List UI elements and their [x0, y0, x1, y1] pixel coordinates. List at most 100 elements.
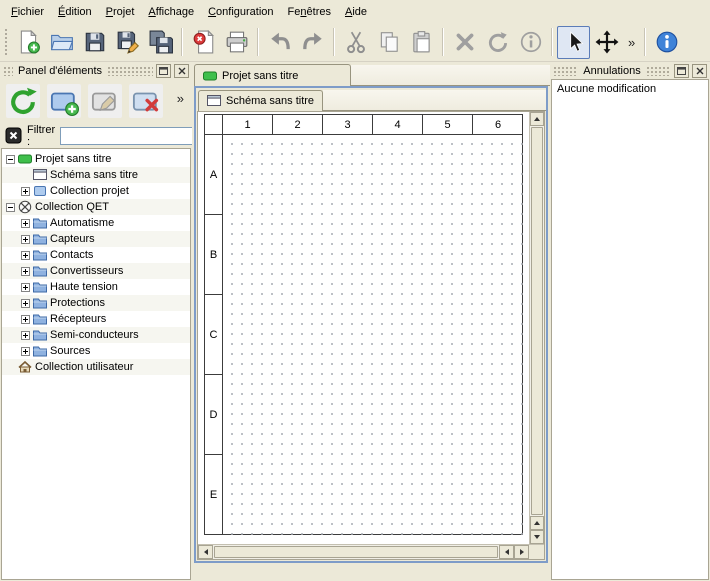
edit-element-button[interactable]: [88, 84, 122, 118]
toolbar-overflow-button[interactable]: »: [623, 35, 640, 50]
menu-fichier[interactable]: Fichier: [4, 3, 51, 21]
tree-item-label: Automatisme: [50, 217, 114, 229]
tree-item[interactable]: Automatisme: [2, 215, 190, 231]
float-dock-button[interactable]: [674, 64, 689, 78]
delete-element-button[interactable]: [129, 84, 163, 118]
tree-item-label: Projet sans titre: [35, 153, 111, 165]
about-button[interactable]: [650, 26, 683, 59]
expander-minus-icon[interactable]: [6, 203, 15, 212]
redo-button[interactable]: [296, 26, 329, 59]
column-header: 3: [323, 115, 373, 134]
tab-schema-sans-titre[interactable]: Schéma sans titre: [198, 90, 323, 111]
rotate-button[interactable]: [481, 26, 514, 59]
tree-item[interactable]: Projet sans titre: [2, 151, 190, 167]
scroll-up-button[interactable]: [530, 112, 544, 126]
toolbar-separator: [551, 28, 553, 56]
scroll-right-button[interactable]: [514, 545, 529, 559]
toolbar-separator: [333, 28, 335, 56]
menu-affichage[interactable]: Affichage: [141, 3, 201, 21]
clear-filter-button[interactable]: [5, 127, 22, 144]
tree-item[interactable]: Collection utilisateur: [2, 359, 190, 375]
save-all-button[interactable]: [144, 26, 177, 59]
tree-item[interactable]: Convertisseurs: [2, 263, 190, 279]
print-button[interactable]: [220, 26, 253, 59]
close-file-button[interactable]: [187, 26, 220, 59]
elements-panel-dock: Panel d'éléments: [0, 62, 192, 581]
menu-edition[interactable]: Édition: [51, 3, 99, 21]
undo-dock-titlebar[interactable]: Annulations: [550, 62, 710, 79]
close-dock-button[interactable]: [174, 64, 189, 78]
diagram-column-headers: 123456: [223, 115, 523, 135]
tree-item-label: Haute tension: [50, 281, 118, 293]
scroll-down-button[interactable]: [530, 530, 544, 544]
undo-button[interactable]: [263, 26, 296, 59]
menu-projet[interactable]: Projet: [99, 3, 142, 21]
folder-icon: [33, 248, 47, 262]
undo-empty-item[interactable]: Aucune modification: [555, 82, 705, 96]
delete-x-icon: [453, 30, 477, 54]
horizontal-scrollbar[interactable]: [198, 545, 529, 559]
expander-plus-icon[interactable]: [21, 347, 30, 356]
save-all-icon: [149, 30, 173, 54]
info-button[interactable]: [514, 26, 547, 59]
toolbar-handle[interactable]: [4, 28, 9, 56]
elements-panel-titlebar[interactable]: Panel d'éléments: [0, 62, 192, 79]
move-view-button[interactable]: [590, 26, 623, 59]
panel-overflow-button[interactable]: »: [172, 91, 189, 106]
expander-plus-icon[interactable]: [21, 299, 30, 308]
tree-item[interactable]: Protections: [2, 295, 190, 311]
filter-input[interactable]: [60, 127, 210, 145]
tree-item[interactable]: Semi-conducteurs: [2, 327, 190, 343]
delete-button[interactable]: [448, 26, 481, 59]
expander-plus-icon[interactable]: [21, 235, 30, 244]
tab-projet-sans-titre[interactable]: Projet sans titre: [194, 64, 351, 86]
expander-plus-icon[interactable]: [21, 267, 30, 276]
tree-item[interactable]: Récepteurs: [2, 311, 190, 327]
open-project-button[interactable]: [45, 26, 78, 59]
new-document-button[interactable]: [12, 26, 45, 59]
new-element-button[interactable]: [47, 84, 81, 118]
expander-plus-icon[interactable]: [21, 219, 30, 228]
diagram-view[interactable]: 123456 ABCDE: [198, 112, 529, 544]
tree-item[interactable]: Capteurs: [2, 231, 190, 247]
scroll-left-button[interactable]: [198, 545, 213, 559]
copy-button[interactable]: [372, 26, 405, 59]
element-tree[interactable]: Projet sans titreSchéma sans titreCollec…: [1, 148, 191, 580]
float-dock-button[interactable]: [156, 64, 171, 78]
vertical-scrollbar[interactable]: [529, 112, 544, 544]
menu-configuration[interactable]: Configuration: [201, 3, 280, 21]
expander-plus-icon[interactable]: [21, 283, 30, 292]
vertical-scroll-thumb[interactable]: [531, 127, 543, 515]
tree-item[interactable]: Collection projet: [2, 183, 190, 199]
undo-history-list[interactable]: Aucune modification: [551, 79, 709, 580]
tree-item[interactable]: Sources: [2, 343, 190, 359]
expander-plus-icon[interactable]: [21, 187, 30, 196]
expander-plus-icon[interactable]: [21, 331, 30, 340]
save-button[interactable]: [78, 26, 111, 59]
paste-button[interactable]: [405, 26, 438, 59]
tree-item[interactable]: Haute tension: [2, 279, 190, 295]
expander-plus-icon[interactable]: [21, 315, 30, 324]
tree-item[interactable]: Collection QET: [2, 199, 190, 215]
expander-minus-icon[interactable]: [6, 155, 15, 164]
tree-item[interactable]: Schéma sans titre: [2, 167, 190, 183]
tree-item-label: Sources: [50, 345, 90, 357]
reload-collections-button[interactable]: [6, 84, 40, 118]
tree-item[interactable]: Contacts: [2, 247, 190, 263]
elements-panel-toolbar: »: [0, 79, 192, 123]
scroll-up-button-2[interactable]: [530, 516, 544, 530]
expander-plus-icon[interactable]: [21, 251, 30, 260]
select-pointer-button[interactable]: [557, 26, 590, 59]
close-dock-button[interactable]: [692, 64, 707, 78]
toolbar-separator: [644, 28, 646, 56]
scroll-left-button-2[interactable]: [499, 545, 514, 559]
menu-fenetres[interactable]: Fenêtres: [281, 3, 338, 21]
diagram-canvas[interactable]: [223, 135, 523, 535]
save-as-button[interactable]: [111, 26, 144, 59]
cut-button[interactable]: [339, 26, 372, 59]
toolbar-separator: [257, 28, 259, 56]
project-tabbar: Projet sans titre: [192, 62, 550, 86]
menu-aide[interactable]: Aide: [338, 3, 374, 21]
horizontal-scroll-thumb[interactable]: [214, 546, 498, 558]
project-icon: [203, 69, 217, 83]
